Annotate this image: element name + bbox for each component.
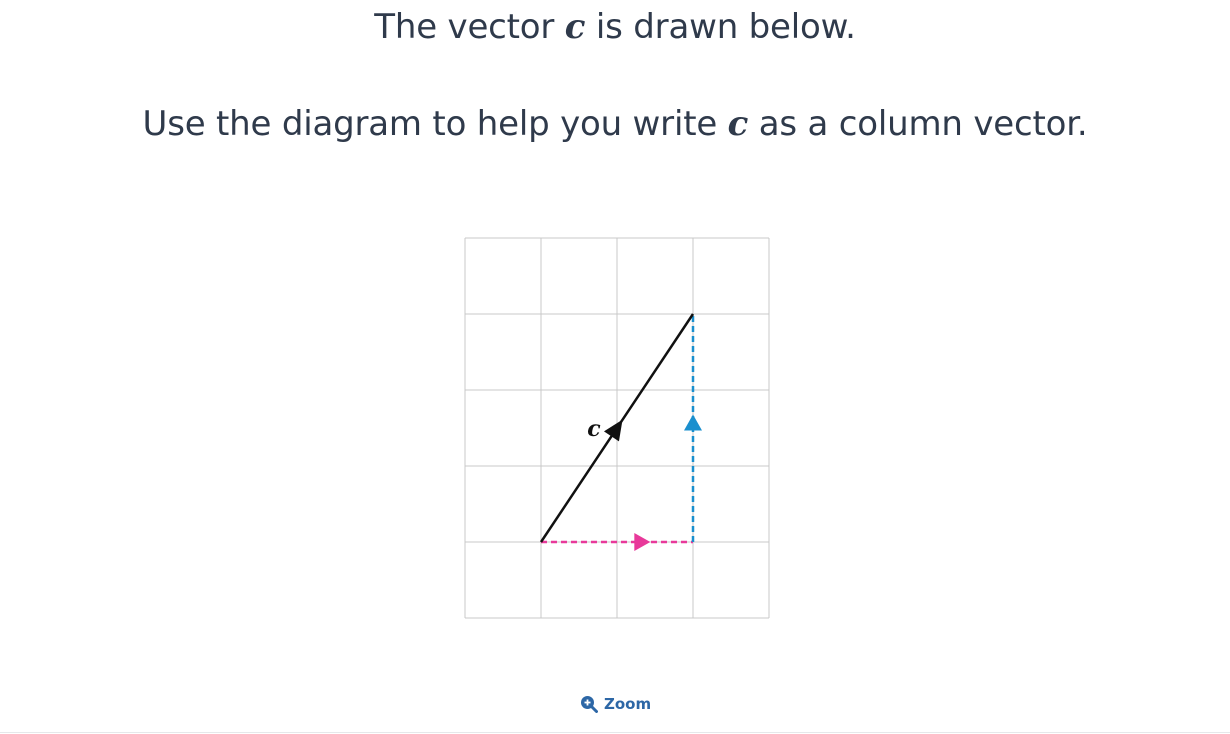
zoom-in-icon: [581, 696, 598, 713]
horizontal-arrowhead: [634, 533, 651, 551]
zoom-button[interactable]: Zoom: [580, 693, 651, 715]
divider: [0, 732, 1230, 733]
vector-grid-diagram: c: [464, 237, 770, 619]
zoom-label: Zoom: [604, 695, 652, 713]
vertical-arrowhead: [684, 414, 702, 431]
vector-components: [541, 314, 702, 551]
vector-label: c: [587, 416, 601, 442]
